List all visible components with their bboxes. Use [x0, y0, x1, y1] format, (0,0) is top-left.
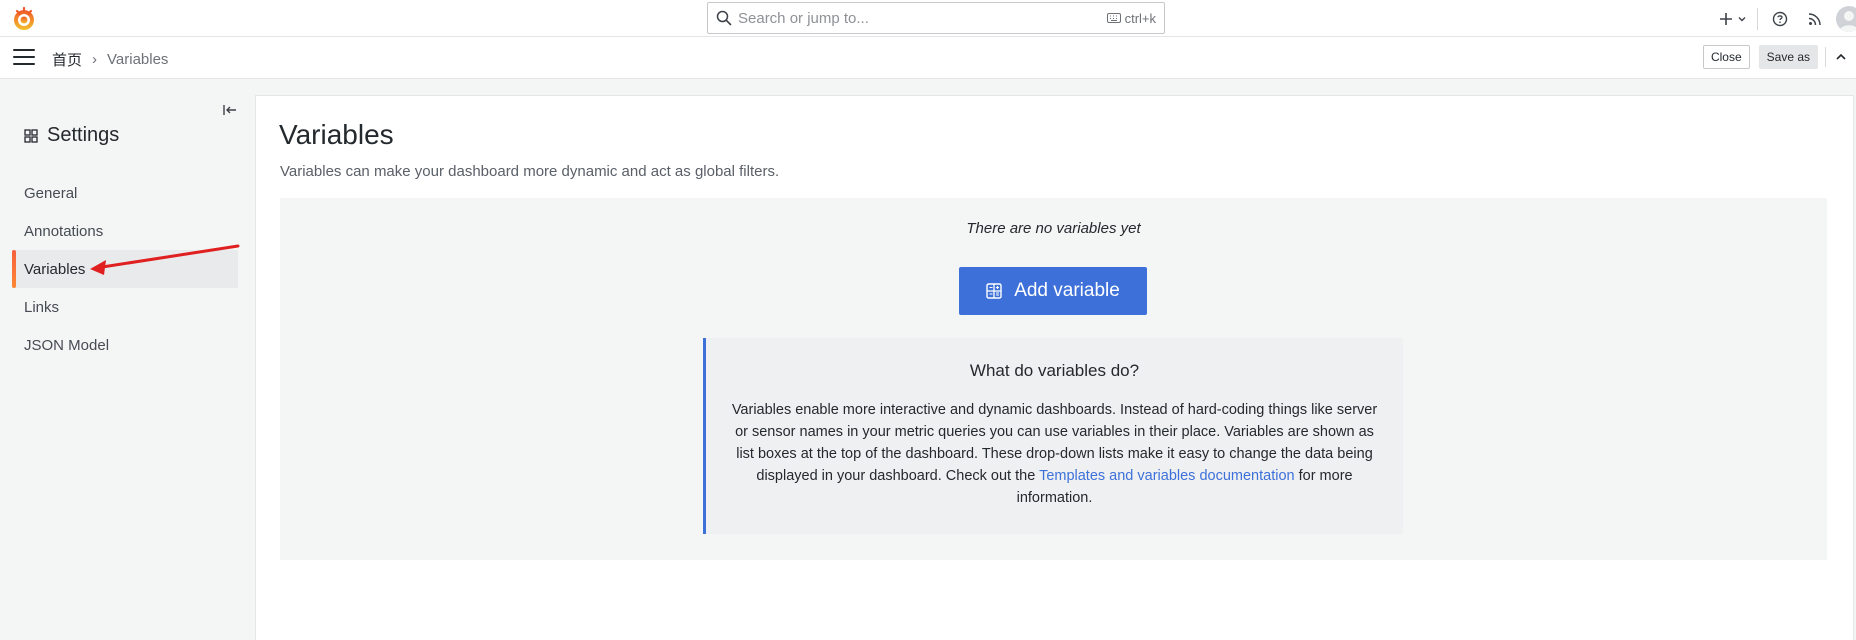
info-callout: What do variables do? Variables enable m… — [703, 338, 1403, 534]
info-text: Variables enable more interactive and dy… — [725, 399, 1385, 509]
save-as-button[interactable]: Save as — [1758, 45, 1818, 69]
sidebar-item-annotations[interactable]: Annotations — [12, 212, 238, 250]
add-variable-button[interactable]: Add variable — [959, 267, 1147, 315]
main-panel: Variables Variables can make your dashbo… — [255, 95, 1854, 640]
menu-icon[interactable] — [13, 49, 35, 67]
keyboard-icon — [1106, 13, 1121, 23]
empty-state-message: There are no variables yet — [966, 220, 1141, 237]
toolbar-actions: Close Save as — [1702, 45, 1856, 69]
docs-link[interactable]: Templates and variables documentation — [1039, 468, 1295, 484]
apps-icon — [24, 128, 38, 143]
settings-nav: General Annotations Variables Links JSON… — [12, 174, 238, 364]
collapse-sidebar-icon[interactable] — [222, 102, 238, 118]
info-title: What do variables do? — [969, 361, 1140, 380]
help-icon — [1772, 11, 1788, 26]
settings-heading: Settings — [24, 124, 119, 147]
news-button[interactable] — [1808, 12, 1822, 26]
search-bar[interactable]: Search or jump to... ctrl+k — [707, 2, 1165, 34]
calculator-icon — [986, 283, 1002, 299]
chevron-down-icon — [1738, 16, 1746, 21]
top-bar: Search or jump to... ctrl+k — [0, 0, 1856, 37]
new-button[interactable] — [1719, 12, 1747, 26]
topbar-actions — [1719, 0, 1856, 37]
sidebar-item-variables[interactable]: Variables — [12, 250, 238, 288]
chevron-up-icon — [1836, 53, 1846, 60]
search-placeholder: Search or jump to... — [738, 9, 869, 27]
sidebar-item-general[interactable]: General — [12, 174, 238, 212]
settings-title: Settings — [47, 124, 120, 146]
rss-icon — [1808, 12, 1821, 25]
settings-sidebar: Settings General Annotations Variables L… — [0, 80, 254, 640]
breadcrumb-current: Variables — [107, 51, 169, 68]
page-description: Variables can make your dashboard more d… — [280, 163, 780, 180]
help-button[interactable] — [1772, 11, 1788, 27]
plus-icon — [1720, 12, 1732, 25]
sidebar-item-json-model[interactable]: JSON Model — [12, 326, 238, 364]
dashboard-toolbar: 首页 › Variables Close Save as — [0, 37, 1856, 79]
search-icon — [716, 10, 732, 26]
page-title: Variables — [279, 119, 394, 150]
collapse-toolbar-button[interactable] — [1826, 51, 1856, 63]
add-variable-label: Add variable — [1014, 280, 1120, 301]
shortcut-label: ctrl+k — [1124, 10, 1156, 26]
breadcrumb-home[interactable]: 首页 — [52, 49, 82, 70]
sidebar-item-links[interactable]: Links — [12, 288, 238, 326]
user-avatar[interactable] — [1836, 5, 1856, 32]
grafana-logo-icon[interactable] — [11, 6, 37, 32]
breadcrumb-separator: › — [92, 51, 98, 68]
divider — [1757, 7, 1758, 30]
search-shortcut: ctrl+k — [1106, 10, 1156, 26]
breadcrumb: 首页 › Variables — [52, 49, 168, 70]
empty-state-panel: There are no variables yet Add variable … — [280, 198, 1827, 560]
close-button[interactable]: Close — [1702, 45, 1750, 69]
